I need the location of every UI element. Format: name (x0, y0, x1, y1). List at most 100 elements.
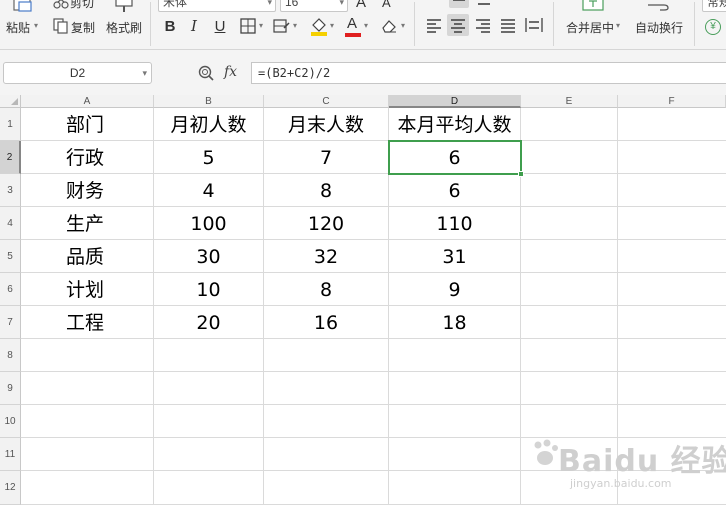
cell-c5[interactable]: 32 (264, 241, 388, 273)
row-header-9[interactable]: 9 (0, 372, 21, 405)
italic-button[interactable]: I (183, 15, 205, 37)
paste-dropdown-chevron-icon[interactable]: ▾ (34, 21, 38, 30)
cell-c1[interactable]: 月末人数 (264, 109, 388, 141)
chevron-down-icon[interactable]: ▾ (259, 21, 263, 30)
chevron-down-icon[interactable]: ▾ (330, 21, 334, 30)
cell-b7[interactable]: 20 (154, 307, 263, 339)
zoom-icon[interactable] (198, 65, 214, 81)
font-color-button[interactable]: A (345, 15, 361, 37)
number-format-select[interactable]: 常规 (702, 0, 726, 12)
name-box[interactable]: D2 ▾ (3, 62, 152, 84)
row-header-6[interactable]: 6 (0, 273, 21, 306)
row-header-8[interactable]: 8 (0, 339, 21, 372)
font-name-select[interactable]: 宋体 ▾ (158, 0, 276, 12)
cell-d3[interactable]: 6 (389, 175, 520, 207)
active-cell-border (388, 140, 522, 175)
row-header-1[interactable]: 1 (0, 108, 21, 141)
cell-b2[interactable]: 5 (154, 142, 263, 174)
cell-c2[interactable]: 7 (264, 142, 388, 174)
row-header-4[interactable]: 4 (0, 207, 21, 240)
grid-line (21, 371, 726, 372)
currency-icon[interactable]: ¥ (705, 19, 721, 35)
wrap-text-button[interactable]: 自动换行 (635, 19, 683, 36)
cell-b5[interactable]: 30 (154, 241, 263, 273)
cell-d5[interactable]: 31 (389, 241, 520, 273)
font-size-value: 16 (285, 0, 299, 9)
row-header-12[interactable]: 12 (0, 471, 21, 505)
align-middle-icon[interactable] (449, 0, 469, 8)
row-header-3[interactable]: 3 (0, 174, 21, 207)
chevron-down-icon[interactable]: ▾ (142, 63, 147, 83)
distributed-align-icon[interactable] (524, 15, 544, 35)
formula-input[interactable]: =(B2+C2)/2 (251, 62, 726, 84)
chevron-down-icon[interactable]: ▾ (364, 21, 368, 30)
cell-d4[interactable]: 110 (389, 208, 520, 240)
number-format-value: 常规 (707, 0, 726, 9)
cell-b3[interactable]: 4 (154, 175, 263, 207)
column-header-f[interactable]: F (618, 95, 726, 108)
select-all-button[interactable] (0, 95, 21, 108)
ribbon-toolbar: 粘贴 ▾ 剪切 复制 格式刷 宋体 ▾ 16 ▾ A A B I U ▾ ▾ ▾ (0, 0, 726, 50)
underline-button[interactable]: U (209, 15, 231, 37)
paste-button[interactable]: 粘贴 (6, 19, 30, 36)
cell-c6[interactable]: 8 (264, 274, 388, 306)
column-header-e[interactable]: E (521, 95, 618, 108)
cell-d7[interactable]: 18 (389, 307, 520, 339)
merge-center-icon[interactable] (582, 0, 604, 12)
merge-dropdown-chevron-icon[interactable]: ▾ (616, 21, 620, 30)
format-painter-button[interactable]: 格式刷 (106, 19, 142, 36)
cell-b1[interactable]: 月初人数 (154, 109, 263, 141)
format-painter-icon[interactable] (114, 0, 136, 12)
row-header-2[interactable]: 2 (0, 141, 21, 174)
fill-color-icon[interactable] (310, 16, 328, 36)
row-header-7[interactable]: 7 (0, 306, 21, 339)
merge-center-button[interactable]: 合并居中 (566, 19, 614, 36)
align-left-icon[interactable] (424, 15, 444, 35)
cell-a2[interactable]: 行政 (21, 142, 153, 174)
cell-a6[interactable]: 计划 (21, 274, 153, 306)
cell-c7[interactable]: 16 (264, 307, 388, 339)
cell-d6[interactable]: 9 (389, 274, 520, 306)
cell-b6[interactable]: 10 (154, 274, 263, 306)
cell-style-icon[interactable] (273, 18, 291, 34)
row-header-5[interactable]: 5 (0, 240, 21, 273)
row-header-10[interactable]: 10 (0, 405, 21, 438)
paste-icon[interactable] (11, 0, 35, 12)
column-header-b[interactable]: B (154, 95, 264, 108)
cell-c3[interactable]: 8 (264, 175, 388, 207)
cell-a1[interactable]: 部门 (21, 109, 153, 141)
cell-a7[interactable]: 工程 (21, 307, 153, 339)
name-box-value: D2 (69, 66, 86, 80)
wrap-text-icon[interactable] (646, 0, 670, 12)
align-bottom-icon[interactable] (474, 0, 494, 8)
column-header-a[interactable]: A (21, 95, 154, 108)
font-size-select[interactable]: 16 ▾ (280, 0, 348, 12)
fill-handle[interactable] (518, 171, 524, 177)
align-center-icon[interactable] (447, 14, 469, 36)
cell-c4[interactable]: 120 (264, 208, 388, 240)
ribbon-separator (553, 2, 554, 46)
shrink-font-button[interactable]: A (382, 0, 391, 10)
chevron-down-icon[interactable]: ▾ (401, 21, 405, 30)
column-header-d[interactable]: D (389, 95, 521, 108)
eraser-icon[interactable] (380, 18, 398, 34)
cell-d1[interactable]: 本月平均人数 (389, 109, 520, 141)
grow-font-button[interactable]: A (356, 0, 366, 11)
border-icon[interactable] (240, 18, 256, 34)
chevron-down-icon[interactable]: ▾ (293, 21, 297, 30)
justify-icon[interactable] (498, 15, 518, 35)
cell-a5[interactable]: 品质 (21, 241, 153, 273)
column-header-c[interactable]: C (264, 95, 389, 108)
cell-a3[interactable]: 财务 (21, 175, 153, 207)
cut-button[interactable]: 剪切 (70, 0, 94, 11)
grid-line (21, 404, 726, 405)
copy-button[interactable]: 复制 (71, 19, 95, 36)
align-right-icon[interactable] (473, 15, 493, 35)
insert-function-button[interactable]: fx (224, 64, 237, 80)
cell-a4[interactable]: 生产 (21, 208, 153, 240)
copy-icon[interactable] (53, 18, 69, 34)
scissors-icon[interactable] (53, 0, 69, 9)
bold-button[interactable]: B (159, 15, 181, 37)
row-header-11[interactable]: 11 (0, 438, 21, 471)
cell-b4[interactable]: 100 (154, 208, 263, 240)
